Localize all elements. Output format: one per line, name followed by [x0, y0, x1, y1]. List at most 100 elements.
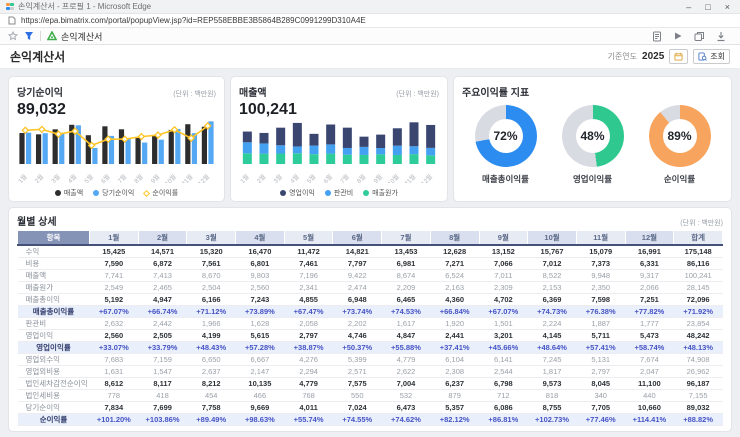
table-cell: 7,674 [625, 354, 674, 366]
open-window-icon[interactable] [694, 31, 705, 42]
table-cell: +37.41% [430, 342, 479, 354]
row-label: 비용 [18, 258, 90, 270]
stack-영업이익 [276, 128, 285, 146]
toolbar-divider [40, 31, 41, 41]
bar-당기순이익 [159, 140, 164, 164]
row-label: 법인세차감전순이익 [18, 378, 90, 390]
x-axis-label: 1월 [239, 172, 251, 183]
minimize-button[interactable]: – [686, 1, 691, 13]
table-cell: 7,699 [138, 402, 187, 414]
ratio-marker [22, 127, 28, 133]
favorite-star-icon[interactable] [8, 31, 18, 41]
x-axis-label: 9월 [148, 172, 161, 183]
x-axis-label: 4월 [66, 172, 79, 183]
table-cell: +74.62% [382, 414, 431, 426]
table-cell: +33.79% [138, 342, 187, 354]
table-cell: 2,544 [479, 366, 528, 378]
filter-icon[interactable] [24, 31, 34, 41]
play-icon[interactable] [673, 31, 683, 41]
table-cell: 6,872 [138, 258, 187, 270]
table-cell: 26,962 [674, 366, 723, 378]
table-cell: 778 [90, 390, 139, 402]
header-month-column: 11월 [576, 231, 625, 245]
table-title: 월별 상세 [17, 213, 57, 228]
report-name[interactable]: 손익계산서 [61, 30, 102, 43]
table-cell: 879 [430, 390, 479, 402]
table-cell: 2,504 [187, 282, 236, 294]
legend-item: 순이익률 [144, 188, 178, 198]
ratio-marker [39, 126, 45, 132]
x-axis-label: 8월 [354, 172, 367, 183]
x-axis-label: 2월 [254, 172, 267, 183]
table-cell: 4,011 [284, 402, 333, 414]
revenue-value: 100,241 [239, 101, 439, 119]
table-cell: 6,237 [430, 378, 479, 390]
stack-매출원가 [326, 154, 335, 164]
document-icon[interactable] [652, 31, 662, 42]
bar-매출액 [152, 136, 157, 164]
table-cell: 8,045 [576, 378, 625, 390]
stack-매출원가 [393, 155, 402, 164]
x-axis-label: 6월 [321, 172, 334, 183]
table-cell: 4,746 [333, 330, 382, 342]
donut-순이익률: 89%순이익률 [640, 105, 720, 185]
net-income-card: 당기순이익 (단위 : 백만원) 89,032 1월2월3월4월5월6월7월8월… [8, 76, 225, 202]
x-axis-label: 7월 [338, 172, 351, 183]
maximize-button[interactable]: □ [705, 1, 710, 13]
table-cell: +73.74% [333, 306, 382, 318]
x-axis-label: 11월 [179, 172, 194, 183]
header-month-column: 7월 [382, 231, 431, 245]
net-income-legend: 매출액당기순이익순이익률 [17, 188, 216, 198]
table-cell: 4,145 [528, 330, 577, 342]
stack-판관비 [326, 144, 335, 153]
table-cell: 2,465 [138, 282, 187, 294]
table-cell: 5,711 [576, 330, 625, 342]
table-cell: 2,441 [430, 330, 479, 342]
row-label: 매출원가 [18, 282, 90, 294]
table-cell: +67.07% [479, 306, 528, 318]
table-cell: +103.86% [138, 414, 187, 426]
table-cell: 2,637 [187, 366, 236, 378]
table-cell: 7,590 [90, 258, 139, 270]
table-cell: 8,212 [187, 378, 236, 390]
x-axis-label: 11월 [402, 172, 417, 183]
revenue-legend: 영업이익판관비매출원가 [239, 188, 439, 198]
url-text[interactable]: https://epa.bimatrix.com/portal/popupVie… [21, 16, 366, 25]
bar-당기순이익 [125, 138, 130, 164]
table-row: 매출총이익률+67.07%+66.74%+71.12%+73.89%+67.47… [18, 306, 723, 318]
table-row: 매출액7,7417,4138,6709,8037,1969,4228,6746,… [18, 270, 723, 282]
table-cell: 2,350 [576, 282, 625, 294]
table-row: 매출원가2,5492,4652,5042,5602,3412,4742,2092… [18, 282, 723, 294]
donut-value: 89% [649, 105, 711, 167]
table-cell: +38.87% [284, 342, 333, 354]
revenue-title: 매출액 [239, 84, 267, 99]
table-cell: +82.12% [430, 414, 479, 426]
table-cell: 2,442 [138, 318, 187, 330]
x-axis-label: 6월 [99, 172, 112, 183]
header-month-column: 2월 [138, 231, 187, 245]
table-cell: 15,767 [528, 245, 577, 258]
table-cell: 2,505 [138, 330, 187, 342]
calendar-button[interactable] [669, 49, 688, 64]
profit-ratio-title: 주요이익률 지표 [462, 84, 529, 99]
stack-매출원가 [376, 154, 385, 164]
table-body: 수익15,42514,57115,32016,47011,47214,82113… [18, 245, 723, 426]
table-cell: 7,024 [333, 402, 382, 414]
search-button[interactable]: 조회 [693, 49, 730, 64]
table-cell: 418 [138, 390, 187, 402]
legend-item: 매출원가 [363, 188, 398, 198]
base-year-value[interactable]: 2025 [642, 51, 664, 62]
stack-매출원가 [360, 155, 369, 164]
table-cell: +67.07% [90, 306, 139, 318]
table-cell: 7,271 [430, 258, 479, 270]
table-cell: 7,159 [138, 354, 187, 366]
x-axis-label: 1월 [17, 172, 29, 183]
table-cell: 7,797 [333, 258, 382, 270]
table-cell: 6,948 [333, 294, 382, 306]
table-cell: +74.73% [528, 306, 577, 318]
legend-item: 매출액 [55, 188, 83, 198]
address-bar[interactable]: https://epa.bimatrix.com/portal/popupVie… [0, 14, 740, 28]
page-info-icon[interactable] [8, 16, 16, 25]
close-button[interactable]: × [725, 1, 730, 13]
download-icon[interactable] [716, 31, 726, 42]
